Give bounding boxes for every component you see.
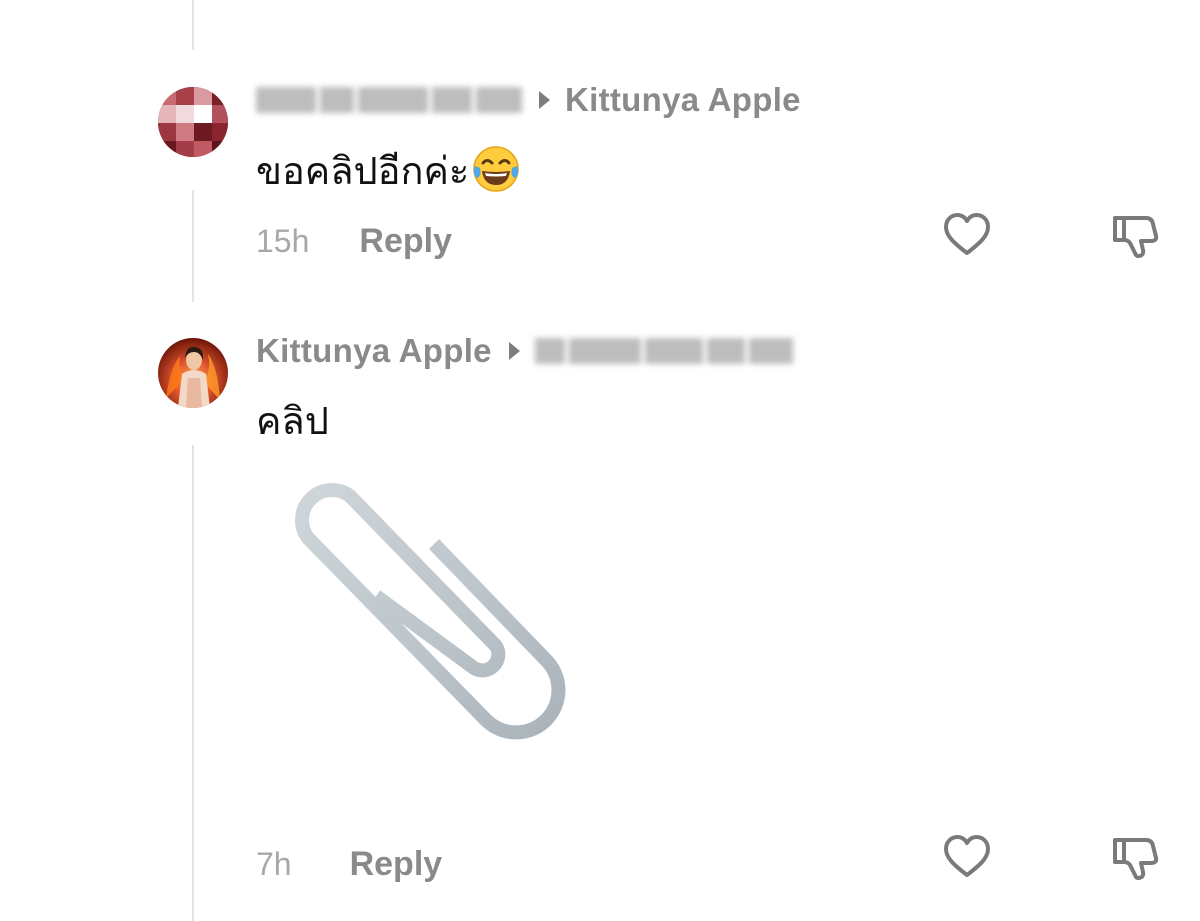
comment-text: คลิป	[256, 390, 329, 451]
heart-icon[interactable]	[942, 832, 992, 882]
dislike-icon[interactable]	[1110, 832, 1160, 882]
blurred-reply-to-username[interactable]	[534, 338, 797, 364]
face-with-tears-of-joy-icon	[471, 144, 521, 203]
avatar[interactable]	[158, 338, 228, 408]
dislike-icon[interactable]	[1110, 210, 1160, 260]
play-arrow-icon	[539, 91, 550, 109]
timestamp: 15h	[256, 223, 310, 259]
comment-meta: 15h Reply	[256, 222, 452, 261]
reply-to-username[interactable]: Kittunya Apple	[565, 81, 801, 119]
thread-line-middle	[192, 190, 194, 302]
play-arrow-icon	[508, 342, 520, 360]
avatar[interactable]	[158, 87, 228, 157]
comment-meta: 7h Reply	[256, 845, 442, 884]
reply-button[interactable]: Reply	[350, 845, 443, 884]
comment-body: คลิป	[256, 399, 329, 443]
thread-line-bottom	[192, 445, 194, 921]
heart-icon[interactable]	[942, 210, 992, 260]
timestamp: 7h	[256, 846, 292, 882]
blurred-username[interactable]	[256, 87, 522, 113]
comment-header: Kittunya Apple	[256, 331, 797, 371]
thread-line-top	[192, 0, 194, 50]
reply-button[interactable]: Reply	[359, 222, 452, 261]
comment-header: Kittunya Apple	[256, 80, 801, 120]
username[interactable]: Kittunya Apple	[256, 332, 492, 370]
comment-body: ขอคลิปอีกค่ะ	[256, 149, 470, 193]
comment-text: ขอคลิปอีกค่ะ	[256, 140, 521, 203]
paperclip-icon	[295, 483, 566, 740]
